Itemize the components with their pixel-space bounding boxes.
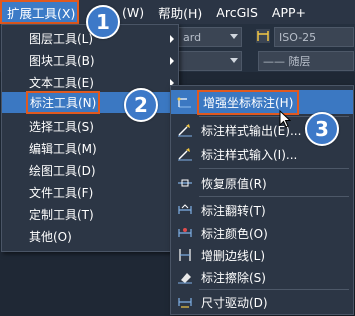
menu-item-label: 标注翻转(T) xyxy=(201,203,266,218)
menu-item-label: 标注工具(N) xyxy=(25,91,101,114)
step-badge-2: 2 xyxy=(124,88,158,122)
text-style-combo[interactable]: ard xyxy=(178,27,242,47)
menu-item-label: 编辑工具(M) xyxy=(29,142,97,156)
menu-item-label: 增删边线(L) xyxy=(201,248,266,263)
dimstyle-import-icon xyxy=(178,148,192,161)
dim-flip-icon xyxy=(178,204,192,214)
step-badge-3: 3 xyxy=(305,112,339,146)
menu-item-select-tools[interactable]: 选择工具(S) xyxy=(2,116,178,137)
menu-item-label: 标注颜色(O) xyxy=(201,226,268,241)
dimstyle-export-icon xyxy=(178,124,192,137)
text-style-value: ard xyxy=(183,30,202,44)
menu-item-dimension-drive[interactable]: 尺寸驱动(D) xyxy=(171,290,353,314)
menu-separator xyxy=(199,196,349,197)
menu-item-enhanced-coordinate-dim[interactable]: 增强坐标标注(H) xyxy=(171,89,353,115)
menu-item-label: 文本工具(E) xyxy=(29,76,94,90)
menu-item-file-tools[interactable]: 文件工具(F) xyxy=(2,182,178,203)
dim-color-icon xyxy=(178,228,192,237)
chevron-right-icon xyxy=(170,35,174,43)
menu-item-label: 其他(O) xyxy=(29,230,72,244)
mouse-cursor-icon xyxy=(279,110,291,128)
menu-item-label: 标注擦除(S) xyxy=(201,270,266,285)
menu-item-dim-flip[interactable]: 标注翻转(T) xyxy=(171,198,353,222)
menu-help[interactable]: 帮助(H) xyxy=(151,0,209,24)
step-badge-1: 1 xyxy=(86,5,120,39)
menu-item-label: 选择工具(S) xyxy=(29,120,94,134)
menu-item-restore-value[interactable]: 恢复原值(R) xyxy=(171,171,353,195)
menu-item-block-tools[interactable]: 图块工具(B) xyxy=(2,50,178,71)
menu-item-custom-tools[interactable]: 定制工具(T) xyxy=(2,204,178,225)
dimstyle-value: ISO-25 xyxy=(279,30,317,44)
menu-window[interactable]: (W) xyxy=(115,0,151,24)
menu-item-text-tools[interactable]: 文本工具(E) xyxy=(2,72,178,93)
coordinate-dim-icon xyxy=(177,97,191,108)
menu-item-edit-tools[interactable]: 编辑工具(M) xyxy=(2,138,178,159)
dimstyle-icon[interactable] xyxy=(255,28,271,44)
color-combo[interactable] xyxy=(178,51,242,71)
dimension-drive-icon xyxy=(178,298,192,308)
menu-item-label: 绘图工具(D) xyxy=(29,164,96,178)
menu-app-plus[interactable]: APP+ xyxy=(265,0,313,24)
menu-item-label: 恢复原值(R) xyxy=(201,176,267,191)
menu-item-label: 图块工具(B) xyxy=(29,54,95,68)
menu-extend-tools[interactable]: 扩展工具(X) xyxy=(0,0,79,24)
dimstyle-combo[interactable]: ISO-25 xyxy=(274,27,354,47)
menu-item-dim-color[interactable]: 标注颜色(O) xyxy=(171,221,353,245)
menu-item-label: 标注样式输入(I)... xyxy=(201,147,298,162)
chevron-down-icon xyxy=(230,58,238,63)
menu-item-label: 文件工具(F) xyxy=(29,186,94,200)
chevron-right-icon xyxy=(170,57,174,65)
extend-tools-menu: 图层工具(L) 图块工具(B) 文本工具(E) 标注工具(N) 选择工具(S) … xyxy=(1,24,179,252)
restore-value-icon xyxy=(178,179,192,187)
menu-item-label: 定制工具(T) xyxy=(29,208,94,222)
edit-extension-line-icon xyxy=(179,249,191,261)
menu-bar: 扩展工具(X) (W) 帮助(H) ArcGIS APP+ xyxy=(0,0,355,24)
menu-arcgis[interactable]: ArcGIS xyxy=(209,0,265,24)
menu-item-draw-tools[interactable]: 绘图工具(D) xyxy=(2,160,178,181)
dim-erase-icon xyxy=(178,273,192,284)
menu-separator xyxy=(199,168,349,169)
linetype-value: —— 随层 xyxy=(263,55,311,68)
chevron-down-icon xyxy=(230,34,238,39)
menu-item-label: 增强坐标标注(H) xyxy=(196,89,300,115)
menu-item-label: 尺寸驱动(D) xyxy=(201,295,268,310)
layer-linetype-combo[interactable]: —— 随层 xyxy=(258,51,354,71)
menu-item-label: 图层工具(L) xyxy=(29,32,94,46)
menu-item-edit-extension-lines[interactable]: 增删边线(L) xyxy=(171,243,353,267)
menu-item-dim-erase[interactable]: 标注擦除(S) xyxy=(171,265,353,289)
menu-item-other[interactable]: 其他(O) xyxy=(2,226,178,247)
